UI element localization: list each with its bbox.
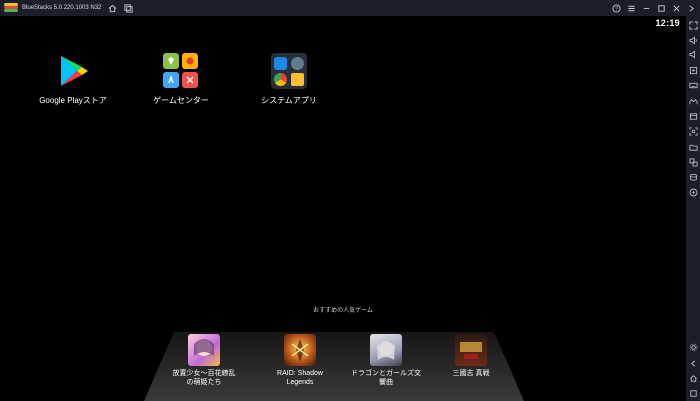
game-thumbnail <box>284 334 316 366</box>
game-center-icon <box>163 53 199 89</box>
status-clock: 12:19 <box>655 18 680 28</box>
recent-apps-icon[interactable] <box>688 388 698 398</box>
game-label: RAID: Shadow Legends <box>277 370 323 386</box>
macro-icon[interactable] <box>688 96 698 106</box>
maximize-icon[interactable] <box>656 3 666 13</box>
game-item[interactable]: 三國志 真戦 <box>431 334 511 378</box>
game-label: ドラゴンとガールズ交 響曲 <box>351 370 421 386</box>
help-icon[interactable]: ? <box>611 3 621 13</box>
back-icon[interactable] <box>688 358 698 368</box>
system-apps-folder-icon <box>271 53 307 89</box>
folder-icon[interactable] <box>688 142 698 152</box>
eco-mode-icon[interactable] <box>688 172 698 182</box>
android-screen[interactable]: 12:19 Google Playストア ゲームセンター システムアプリ おすす… <box>0 16 686 401</box>
multi-instance-sync-icon[interactable] <box>688 157 698 167</box>
app-label: システムアプリ <box>261 96 317 105</box>
game-label: 放置少女～百花繚乱 の萌姫たち <box>172 370 236 386</box>
minimize-icon[interactable] <box>641 3 651 13</box>
app-game-center[interactable]: ゲームセンター <box>136 53 226 106</box>
settings-icon[interactable] <box>688 342 698 352</box>
svg-text:?: ? <box>615 6 618 12</box>
multi-instance-icon[interactable] <box>123 3 133 13</box>
collapse-sidebar-icon[interactable] <box>686 3 696 13</box>
close-icon[interactable] <box>671 3 681 13</box>
game-item[interactable]: 放置少女～百花繚乱 の萌姫たち <box>164 334 244 387</box>
app-google-play[interactable]: Google Playストア <box>28 53 118 106</box>
game-thumbnail <box>455 334 487 366</box>
fullscreen-icon[interactable] <box>688 20 698 30</box>
volume-up-icon[interactable] <box>688 35 698 45</box>
window-titlebar: BlueStacks 5.0.220.1003 N32 ? <box>0 0 700 16</box>
bluestacks-logo-icon <box>4 3 18 13</box>
app-system-apps[interactable]: システムアプリ <box>244 53 334 106</box>
video-record-icon[interactable] <box>688 65 698 75</box>
game-thumbnail <box>188 334 220 366</box>
android-home-icon[interactable] <box>688 373 698 383</box>
right-toolbar <box>686 16 700 401</box>
screenshot-icon[interactable] <box>688 126 698 136</box>
apk-install-icon[interactable] <box>688 111 698 121</box>
keyboard-icon[interactable] <box>688 80 698 90</box>
app-title: BlueStacks 5.0.220.1003 N32 <box>22 5 102 11</box>
game-thumbnail <box>370 334 402 366</box>
game-item[interactable]: ドラゴンとガールズ交 響曲 <box>346 334 426 387</box>
app-label: Google Playストア <box>39 96 107 105</box>
game-label: 三國志 真戦 <box>452 370 490 377</box>
volume-down-icon[interactable] <box>688 49 698 59</box>
game-controls-icon[interactable] <box>688 187 698 197</box>
app-label: ゲームセンター <box>153 96 209 105</box>
google-play-icon <box>55 53 91 89</box>
recommended-shelf: 放置少女～百花繚乱 の萌姫たち RAID: Shadow Legends ドラゴ… <box>144 332 524 401</box>
menu-icon[interactable] <box>626 3 636 13</box>
recommended-title: おすすめの人気ゲーム <box>313 308 373 314</box>
game-item[interactable]: RAID: Shadow Legends <box>260 334 340 387</box>
home-icon[interactable] <box>107 3 117 13</box>
